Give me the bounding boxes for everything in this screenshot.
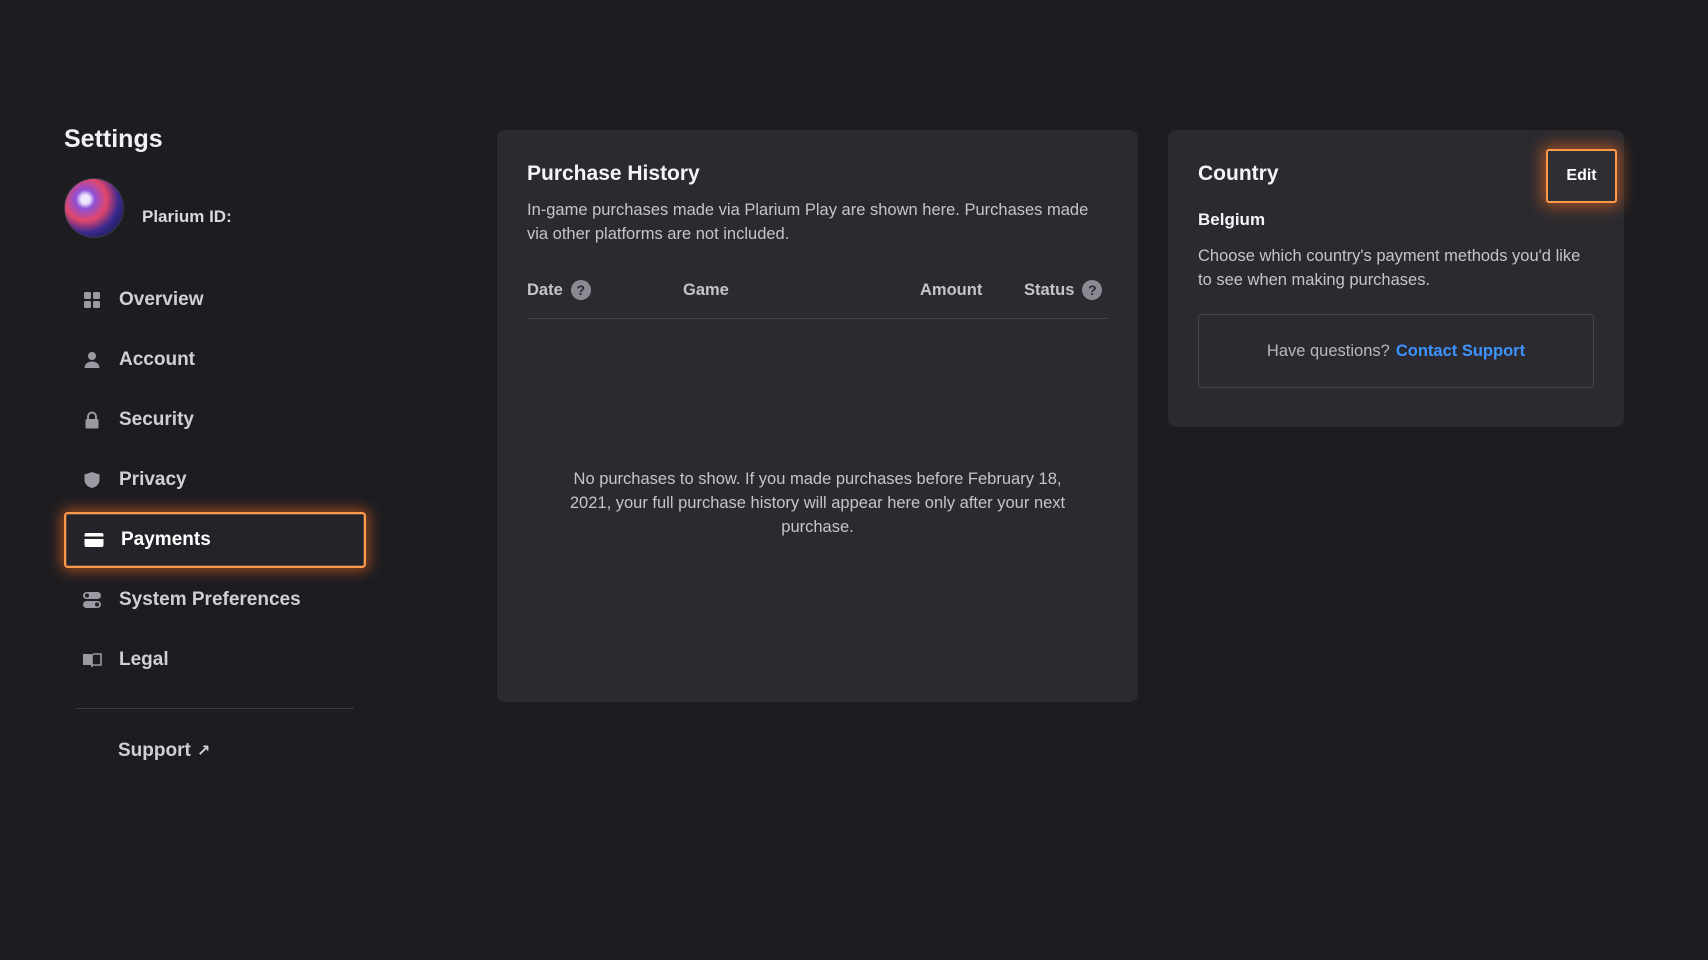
grid-icon	[82, 290, 102, 310]
profile: Plarium ID:	[64, 177, 366, 239]
sidebar-item-payments[interactable]: Payments	[64, 512, 366, 568]
support-box: Have questions? Contact Support	[1198, 314, 1594, 388]
sidebar-item-label: System Preferences	[119, 589, 301, 610]
purchase-history-card: Purchase History In-game purchases made …	[497, 130, 1138, 702]
country-description: Choose which country's payment methods y…	[1198, 247, 1581, 289]
plarium-id-label: Plarium ID:	[142, 207, 232, 226]
support-link[interactable]: Support ↗	[64, 721, 366, 781]
sidebar-item-label: Overview	[119, 289, 204, 310]
column-game-label: Game	[683, 280, 729, 299]
toggles-icon	[82, 590, 102, 610]
sidebar-item-overview[interactable]: Overview	[64, 272, 366, 328]
sidebar-item-label: Account	[119, 349, 195, 370]
column-amount-label: Amount	[920, 280, 983, 299]
sidebar-item-system-preferences[interactable]: System Preferences	[64, 572, 366, 628]
column-status-label: Status	[1024, 280, 1075, 299]
sidebar-item-account[interactable]: Account	[64, 332, 366, 388]
support-label: Support	[118, 740, 191, 761]
credit-card-icon	[84, 530, 104, 550]
country-card: Country Edit Belgium Choose which countr…	[1168, 130, 1624, 427]
contact-support-link[interactable]: Contact Support	[1396, 342, 1525, 361]
purchase-history-description: In-game purchases made via Plarium Play …	[527, 201, 1089, 243]
column-game: Game	[683, 281, 920, 300]
avatar[interactable]	[64, 178, 124, 238]
sidebar-divider	[76, 708, 354, 709]
sidebar-item-legal[interactable]: Legal	[64, 632, 366, 688]
settings-nav: Overview Account Security Privacy Paymen…	[64, 272, 366, 688]
column-date-label: Date	[527, 280, 563, 299]
shield-icon	[82, 470, 102, 490]
lock-icon	[82, 410, 102, 430]
sidebar-item-label: Privacy	[119, 469, 187, 490]
page-title: Settings	[64, 125, 163, 153]
sidebar-item-label: Security	[119, 409, 194, 430]
sidebar-item-label: Payments	[121, 529, 211, 550]
purchase-table-header: Date ? Game Amount Status ?	[527, 278, 1108, 302]
external-link-icon: ↗	[196, 743, 211, 760]
book-icon	[82, 650, 102, 670]
settings-page: Settings Plarium ID: Overview Account Se…	[0, 0, 1708, 960]
column-amount: Amount	[920, 281, 1024, 300]
purchase-history-title: Purchase History	[527, 162, 700, 185]
column-status: Status ?	[1024, 280, 1103, 300]
user-icon	[82, 350, 102, 370]
edit-country-button[interactable]: Edit	[1546, 149, 1617, 203]
table-divider	[527, 318, 1108, 319]
sidebar-item-security[interactable]: Security	[64, 392, 366, 448]
selected-country: Belgium	[1198, 210, 1266, 229]
sidebar-item-privacy[interactable]: Privacy	[64, 452, 366, 508]
column-date: Date ?	[527, 280, 683, 300]
sidebar-item-label: Legal	[119, 649, 169, 670]
help-icon[interactable]: ?	[570, 280, 591, 300]
questions-text: Have questions?	[1266, 341, 1390, 360]
settings-sidebar: Settings Plarium ID: Overview Account Se…	[64, 125, 366, 781]
empty-state-message: No purchases to show. If you made purcha…	[569, 470, 1066, 536]
help-icon[interactable]: ?	[1082, 280, 1103, 300]
country-title: Country	[1198, 162, 1279, 185]
